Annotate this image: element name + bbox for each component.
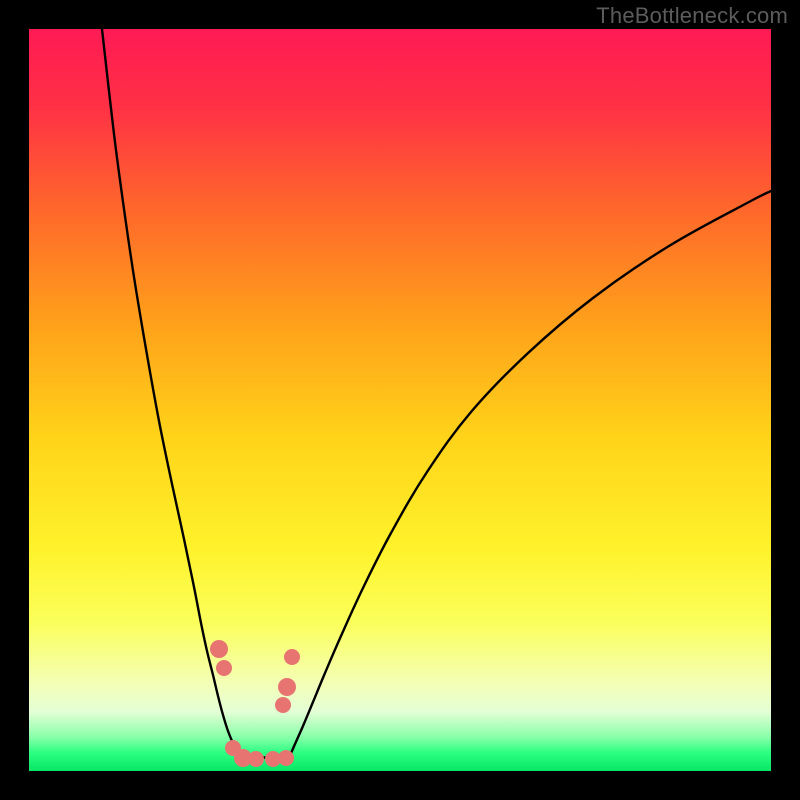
data-point-3	[278, 678, 296, 696]
data-point-0	[210, 640, 228, 658]
gradient-background	[29, 29, 771, 771]
data-point-1	[216, 660, 232, 676]
data-point-4	[275, 697, 291, 713]
plot-area	[29, 29, 771, 771]
chart-frame: TheBottleneck.com	[0, 0, 800, 800]
data-point-7	[248, 751, 264, 767]
data-point-2	[284, 649, 300, 665]
chart-svg	[29, 29, 771, 771]
watermark-label: TheBottleneck.com	[596, 3, 788, 29]
data-point-9	[278, 750, 294, 766]
